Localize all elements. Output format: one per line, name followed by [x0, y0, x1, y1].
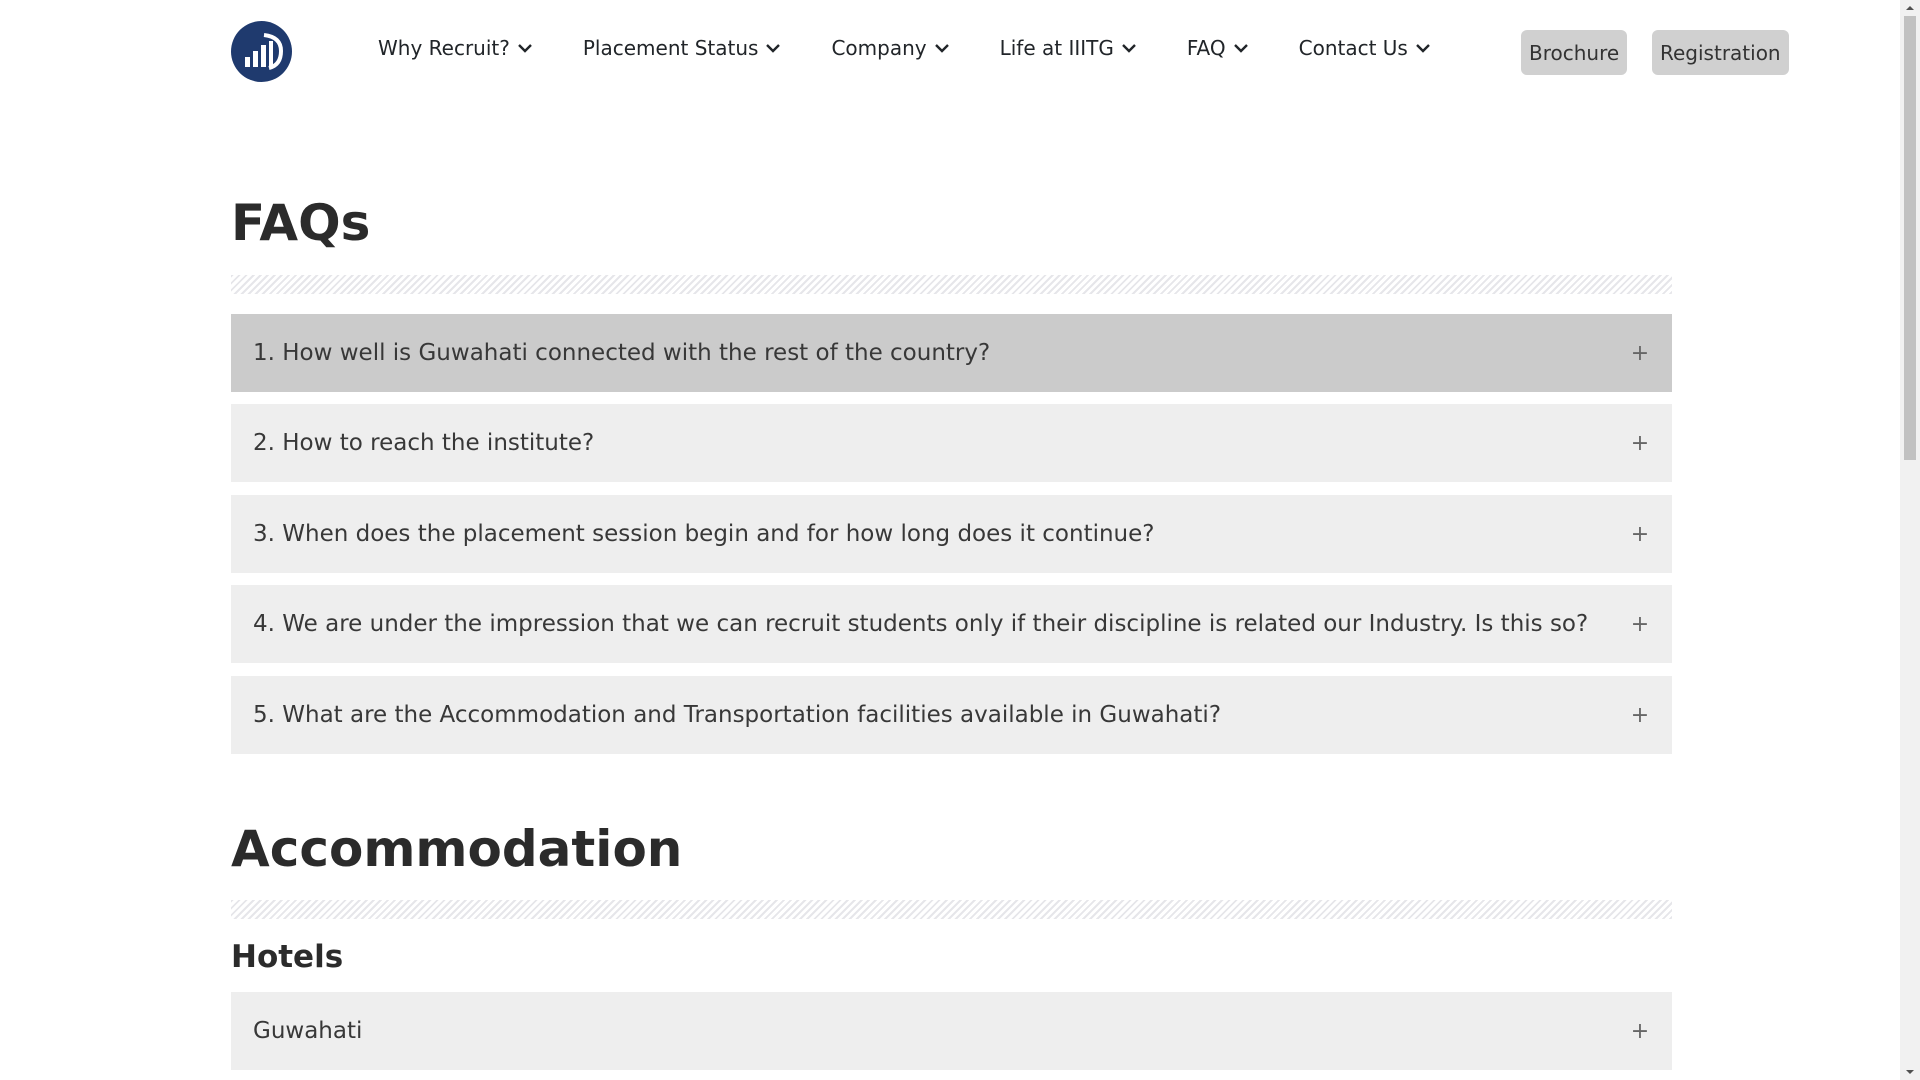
faqs-heading: FAQs — [231, 194, 371, 252]
nav-item-label: FAQ — [1186, 36, 1226, 60]
brochure-button[interactable]: Brochure — [1521, 30, 1628, 75]
nav-item-label: Why Recruit? — [378, 36, 510, 60]
hotels-heading: Hotels — [231, 939, 344, 975]
scroll-up-arrow-icon[interactable] — [1900, 0, 1920, 16]
chevron-down-icon — [766, 43, 781, 53]
faq-item-3[interactable]: 3. When does the placement session begin… — [231, 495, 1672, 573]
accommodation-item-label: Guwahati — [253, 1018, 363, 1044]
scroll-down-arrow-icon[interactable] — [1900, 1064, 1920, 1080]
plus-icon: + — [1630, 521, 1650, 547]
logo-icon[interactable] — [231, 21, 292, 82]
chevron-down-icon — [1233, 43, 1248, 53]
accommodation-heading: Accommodation — [231, 820, 683, 878]
nav-item-placement-status[interactable]: Placement Status — [583, 36, 781, 60]
nav-item-label: Placement Status — [582, 36, 759, 60]
nav-item-company[interactable]: Company — [831, 36, 949, 60]
nav-item-faq[interactable]: FAQ — [1187, 36, 1248, 60]
plus-icon: + — [1630, 611, 1650, 637]
nav-item-label: Contact Us — [1298, 36, 1408, 60]
vertical-scrollbar[interactable] — [1900, 0, 1920, 1080]
nav-item-contact-us[interactable]: Contact Us — [1299, 36, 1430, 60]
top-navbar: Why Recruit? Placement Status Company Li… — [0, 0, 1900, 102]
nav-item-life-at-iiitg[interactable]: Life at IIITG — [1000, 36, 1136, 60]
faq-item-2[interactable]: 2. How to reach the institute? + — [231, 404, 1672, 482]
chevron-down-icon — [518, 43, 532, 53]
chevron-down-icon — [1416, 43, 1430, 53]
faq-item-1[interactable]: 1. How well is Guwahati connected with t… — [231, 314, 1672, 392]
faq-item-4[interactable]: 4. We are under the impression that we c… — [231, 585, 1672, 663]
plus-icon: + — [1630, 340, 1650, 366]
plus-icon: + — [1630, 430, 1650, 456]
nav-menu: Why Recruit? Placement Status Company Li… — [378, 36, 1430, 60]
faq-item-5[interactable]: 5. What are the Accommodation and Transp… — [231, 676, 1672, 754]
nav-item-why-recruit[interactable]: Why Recruit? — [378, 36, 532, 60]
section-divider — [231, 275, 1672, 294]
faq-question: 5. What are the Accommodation and Transp… — [253, 702, 1222, 728]
accommodation-item-guwahati[interactable]: Guwahati + — [231, 992, 1672, 1070]
plus-icon: + — [1630, 702, 1650, 728]
scrollbar-thumb[interactable] — [1904, 16, 1916, 460]
section-divider — [231, 900, 1672, 919]
registration-button[interactable]: Registration — [1652, 30, 1789, 75]
plus-icon: + — [1630, 1018, 1650, 1044]
nav-item-label: Company — [831, 36, 927, 60]
faq-question: 3. When does the placement session begin… — [253, 521, 1155, 547]
faq-question: 2. How to reach the institute? — [253, 430, 595, 456]
faq-question: 1. How well is Guwahati connected with t… — [253, 340, 991, 366]
chevron-down-icon — [934, 43, 949, 53]
faq-question: 4. We are under the impression that we c… — [253, 611, 1589, 637]
nav-item-label: Life at IIITG — [999, 36, 1114, 60]
chevron-down-icon — [1122, 43, 1136, 53]
